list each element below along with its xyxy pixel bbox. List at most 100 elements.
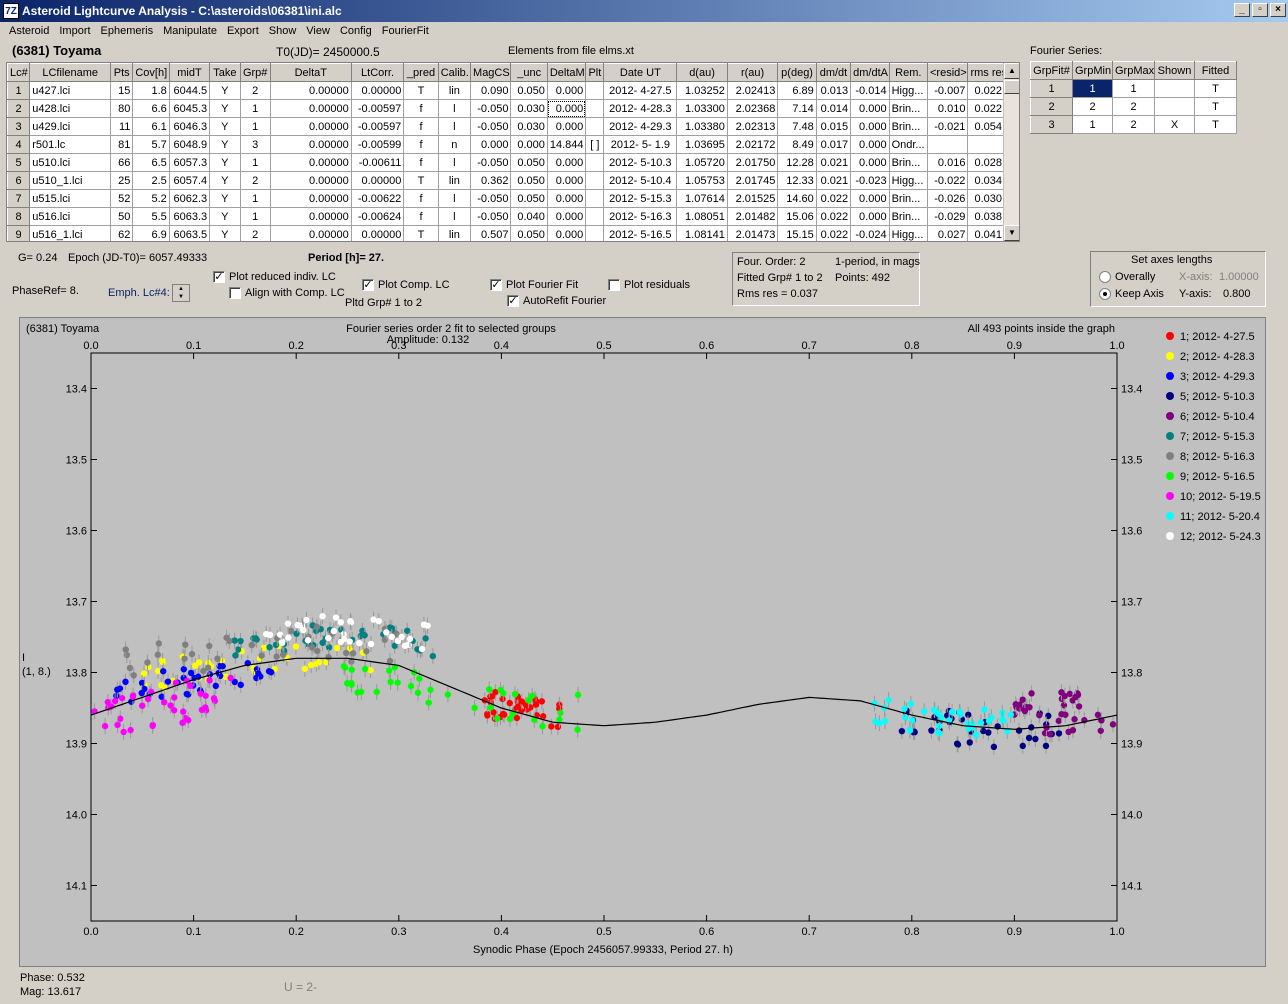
checkbox-icon[interactable]: [229, 287, 241, 300]
table-cell[interactable]: 1.03252: [676, 81, 728, 100]
menu-show[interactable]: Show: [264, 23, 302, 41]
column-header[interactable]: dm/dtA: [850, 63, 890, 82]
column-header[interactable]: p(deg): [777, 63, 817, 82]
table-cell[interactable]: 1: [1072, 79, 1113, 98]
table-cell[interactable]: Y: [209, 135, 241, 154]
table-cell[interactable]: 2: [239, 225, 271, 241]
table-cell[interactable]: T: [403, 171, 439, 190]
table-cell[interactable]: 2: [1112, 97, 1155, 116]
table-cell[interactable]: 81: [110, 135, 134, 154]
table-cell[interactable]: 1: [1030, 79, 1073, 98]
table-cell[interactable]: T: [1194, 97, 1237, 116]
table-cell[interactable]: 1.03695: [676, 135, 728, 154]
table-cell[interactable]: 6: [7, 171, 31, 190]
table-cell[interactable]: Y: [209, 81, 241, 100]
spin-down-icon[interactable]: ▼: [173, 293, 189, 301]
menu-fourierfit[interactable]: FourierFit: [377, 23, 434, 41]
overally-radio[interactable]: Overally: [1099, 271, 1155, 284]
table-cell[interactable]: 6.6: [132, 99, 170, 118]
table-cell[interactable]: 0.015: [815, 117, 852, 136]
table-cell[interactable]: 8: [7, 207, 31, 226]
table-cell[interactable]: 1: [1112, 79, 1155, 98]
table-cell[interactable]: 1: [7, 81, 31, 100]
table-cell[interactable]: 2012- 5-16.3: [603, 207, 678, 226]
table-cell[interactable]: 0.022: [967, 81, 1005, 100]
table-cell[interactable]: 6.89: [777, 81, 817, 100]
table-cell[interactable]: 50: [110, 207, 134, 226]
column-header[interactable]: Take: [209, 63, 241, 82]
table-cell[interactable]: T: [403, 81, 439, 100]
table-cell[interactable]: lin: [437, 171, 472, 190]
menu-ephemeris[interactable]: Ephemeris: [96, 23, 159, 41]
close-button[interactable]: ×: [1270, 3, 1286, 17]
table-cell[interactable]: 6045.3: [168, 99, 211, 118]
table-cell[interactable]: f: [403, 153, 439, 172]
table-row[interactable]: 6 u510_1.lci 25 2.5 6057.4 Y 2 0.00000 0.00000 Tl…: [7, 171, 1005, 190]
table-cell[interactable]: 15.15: [777, 225, 817, 241]
table-cell[interactable]: u427.lci: [29, 81, 112, 100]
table-cell[interactable]: -0.00597: [350, 117, 405, 136]
table-cell[interactable]: 6063.5: [168, 225, 211, 241]
table-row[interactable]: 1 u427.lci 15 1.8 6044.5 Y 2 0.00000 0.00000 Tlin…: [7, 81, 1005, 100]
table-cell[interactable]: 0.00000: [269, 207, 352, 226]
table-cell[interactable]: u510.lci: [29, 153, 112, 172]
table-cell[interactable]: 6.1: [132, 117, 170, 136]
table-cell[interactable]: 0.040: [510, 207, 548, 226]
table-cell[interactable]: 0.000: [470, 135, 512, 154]
table-cell[interactable]: u516_1.lci: [29, 225, 112, 241]
table-cell[interactable]: [585, 225, 605, 241]
table-cell[interactable]: 66: [110, 153, 134, 172]
table-cell[interactable]: l: [437, 117, 472, 136]
table-cell[interactable]: l: [437, 99, 472, 118]
table-cell[interactable]: 52: [110, 189, 134, 208]
scroll-up-icon[interactable]: ▲: [1004, 63, 1019, 79]
table-cell[interactable]: 0.00000: [269, 153, 352, 172]
table-cell[interactable]: Brin...: [888, 189, 929, 208]
column-header[interactable]: dm/dt: [815, 63, 852, 82]
table-cell[interactable]: n: [437, 135, 472, 154]
column-header[interactable]: Date UT: [603, 63, 678, 82]
table-cell[interactable]: 5.5: [132, 207, 170, 226]
table-cell[interactable]: [967, 135, 1005, 154]
table-cell[interactable]: 7.48: [777, 117, 817, 136]
plot-canvas[interactable]: (6381) Toyama Fourier series order 2 fit…: [20, 318, 1267, 968]
table-cell[interactable]: 5.7: [132, 135, 170, 154]
table-cell[interactable]: -0.00597: [350, 99, 405, 118]
table-cell[interactable]: -0.021: [926, 117, 969, 136]
column-header[interactable]: DeltaT: [269, 63, 352, 82]
table-cell[interactable]: 0.050: [510, 225, 548, 241]
table-cell[interactable]: Brin...: [888, 117, 929, 136]
table-cell[interactable]: Y: [209, 189, 241, 208]
table-cell[interactable]: 0.000: [546, 189, 587, 208]
table-cell[interactable]: 2.01750: [726, 153, 779, 172]
table-cell[interactable]: 0.016: [926, 153, 969, 172]
table-cell[interactable]: -0.024: [850, 225, 890, 241]
spin-up-icon[interactable]: ▲: [173, 285, 189, 293]
table-cell[interactable]: f: [403, 207, 439, 226]
table-cell[interactable]: 1: [239, 99, 271, 118]
table-cell[interactable]: 6063.3: [168, 207, 211, 226]
table-cell[interactable]: 12.33: [777, 171, 817, 190]
table-cell[interactable]: 0.022: [967, 99, 1005, 118]
table-row[interactable]: 8 u516.lci 50 5.5 6063.3 Y 1 0.00000 -0.00624 f l -…: [7, 207, 1005, 226]
column-header[interactable]: GrpFit#: [1030, 61, 1073, 80]
table-cell[interactable]: -0.014: [850, 81, 890, 100]
table-cell[interactable]: 2: [1030, 97, 1073, 116]
table-cell[interactable]: lin: [437, 225, 472, 241]
table-cell[interactable]: 2012- 5-10.3: [603, 153, 678, 172]
table-cell[interactable]: 0.000: [546, 81, 587, 100]
table-cell[interactable]: -0.050: [470, 117, 512, 136]
table-cell[interactable]: -0.00622: [350, 189, 405, 208]
column-header[interactable]: _unc: [510, 63, 548, 82]
column-header[interactable]: r(au): [726, 63, 779, 82]
menu-view[interactable]: View: [301, 23, 335, 41]
radio-icon[interactable]: [1099, 288, 1111, 301]
table-cell[interactable]: 1.03300: [676, 99, 728, 118]
table-cell[interactable]: 0.021: [815, 171, 852, 190]
table-cell[interactable]: 2.5: [132, 171, 170, 190]
checkbox-icon[interactable]: ✓: [362, 279, 374, 292]
table-cell[interactable]: 2.01525: [726, 189, 779, 208]
table-cell[interactable]: -0.007: [926, 81, 969, 100]
table-cell[interactable]: 2.01745: [726, 171, 779, 190]
table-cell[interactable]: [1154, 79, 1195, 98]
